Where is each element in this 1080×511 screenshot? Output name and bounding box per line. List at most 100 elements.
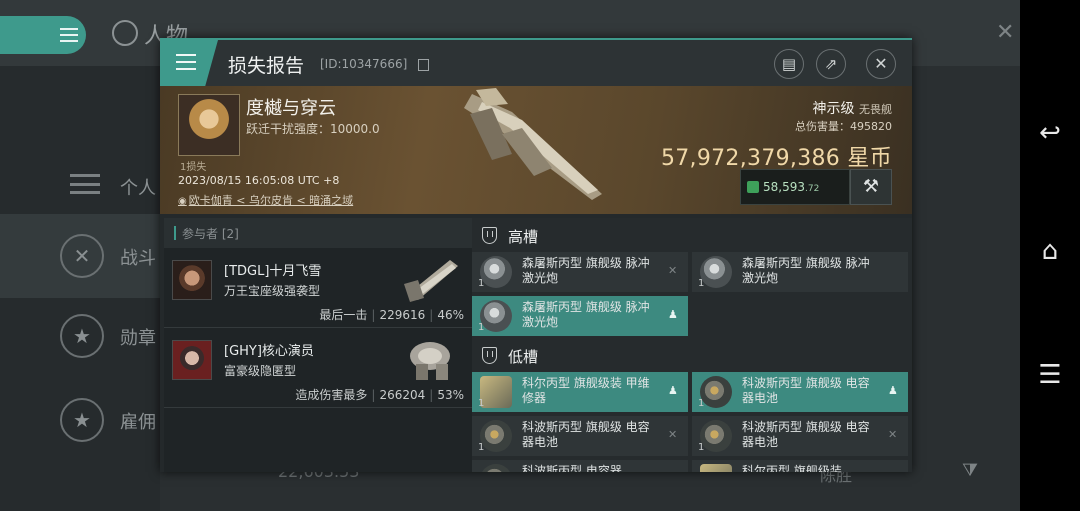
module-item[interactable]: 1 科波斯丙型 旗舰级 电容器电池 ✕: [472, 416, 688, 456]
module-item[interactable]: 1 科尔丙型 旗舰级装 甲维修器 ♟: [472, 372, 688, 412]
modal-title: 损失报告: [228, 55, 305, 77]
hamburger-icon: [176, 54, 196, 70]
laser-module-icon: [480, 256, 512, 288]
report-id: [ID:10347666]: [320, 57, 408, 71]
attacker-avatar: [172, 340, 212, 380]
participants-panel: 参与者 [2] [TDGL]十月飞雪 万王宝座级强袭型 最后一击 | 229616 |…: [164, 218, 472, 472]
attacker-row[interactable]: [TDGL]十月飞雪 万王宝座级强袭型 最后一击 | 229616 | 46%: [164, 250, 472, 328]
back-icon[interactable]: ↩: [1020, 118, 1080, 148]
armor-repairer-icon: [700, 464, 732, 472]
kill-time: 2023/08/15 16:05:08 UTC +8: [178, 174, 340, 187]
fitting-button[interactable]: ⚒: [850, 169, 892, 205]
share-icon: ⇗: [824, 55, 838, 73]
module-quantity: 1: [478, 442, 485, 453]
victim-ship-image[interactable]: [452, 84, 612, 208]
module-item[interactable]: 科波斯丙型 电容器: [472, 460, 688, 472]
module-name: 科波斯丙型 旗舰级 电容器电池: [742, 376, 870, 405]
loss-count: 1损失: [180, 162, 207, 173]
warp-scramble-strength: 跃迁干扰强度：10000.0: [246, 122, 380, 136]
modal-menu-button[interactable]: [160, 40, 218, 86]
loss-report-modal: 损失报告 [ID:10347666] ▤ ⇗ ✕ 度樾与穿云 跃迁干扰强度：10…: [160, 38, 912, 472]
tools-icon: ⚒: [862, 176, 880, 197]
location-text: 欧卡伽青 < 乌尔皮肯 < 暗涌之域: [188, 194, 354, 207]
modal-header: 损失报告 [ID:10347666] ▤ ⇗ ✕: [160, 38, 912, 86]
attacker-avatar: [172, 260, 212, 300]
filter-icon[interactable]: ⧩: [962, 460, 978, 481]
background-menu-button[interactable]: [0, 16, 86, 54]
plex-value-main: 58,593: [763, 180, 805, 194]
module-name: 科尔丙型 旗舰级装 甲维修器: [522, 376, 650, 405]
clipboard-button[interactable]: ▤: [774, 49, 804, 79]
module-name: 森屠斯丙型 旗舰级 脉冲激光炮: [742, 256, 870, 285]
attacker-row[interactable]: [GHY]核心演员 富豪级隐匿型 造成伤害最多 | 266204 | 53%: [164, 330, 472, 408]
module-item[interactable]: 1 森屠斯丙型 旗舰级 脉冲激光炮 ♟: [472, 296, 688, 336]
attacker-stats: 最后一击 | 229616 | 46%: [319, 308, 464, 322]
ship-class: 神示级 无畏舰: [750, 98, 892, 118]
high-slot-header: 高槽: [482, 225, 682, 249]
module-quantity: 1: [698, 398, 705, 409]
low-slot-label: 低槽: [508, 348, 539, 366]
total-damage: 总伤害量：495820: [795, 120, 892, 133]
dropped-person-icon: ♟: [888, 384, 898, 397]
share-button[interactable]: ⇗: [816, 49, 846, 79]
module-item[interactable]: 1 科波斯丙型 旗舰级 电容器电池 ✕: [692, 416, 908, 456]
module-name: 科波斯丙型 旗舰级 电容器电池: [742, 420, 870, 449]
plex-value-box: 58,593.72: [740, 169, 850, 205]
attacker-stats: 造成伤害最多 | 266204 | 53%: [295, 388, 464, 402]
attacker-ship: 富豪级隐匿型: [224, 364, 297, 378]
module-item[interactable]: 1 森屠斯丙型 旗舰级 脉冲激光炮 ✕: [472, 252, 688, 292]
home-icon[interactable]: ⌂: [1020, 236, 1080, 266]
capacitor-battery-icon: [480, 464, 512, 472]
attacker-ship: 万王宝座级强袭型: [224, 284, 321, 298]
sidebar-item-label: 勋章: [120, 328, 156, 349]
background-close-icon[interactable]: ✕: [996, 20, 1014, 45]
plex-value-decimal: .72: [805, 184, 820, 194]
star-icon: ★: [60, 398, 104, 442]
close-button[interactable]: ✕: [866, 49, 896, 79]
destroyed-icon: ✕: [668, 428, 678, 441]
background-sidebar: 个人 ✕ 战斗 ★ 勋章 ★ 雇佣: [0, 66, 160, 511]
sidebar-item-employment[interactable]: ★ 雇佣: [0, 378, 160, 462]
high-slot-icon: [482, 227, 497, 244]
low-slot-header: 低槽: [482, 345, 682, 369]
sidebar-item-medals[interactable]: ★ 勋章: [0, 294, 160, 378]
attacker-name: [GHY]核心演员: [224, 344, 314, 359]
victim-avatar[interactable]: [178, 94, 240, 156]
sidebar-item-label: 雇佣: [120, 412, 156, 433]
menu-icon[interactable]: ☰: [1020, 360, 1080, 390]
participants-title: 参与者 [2]: [182, 227, 239, 241]
fitting-slots-panel: 高槽 1 森屠斯丙型 旗舰级 脉冲激光炮 ✕ 1 森屠斯丙型 旗舰级 脉冲激光炮…: [472, 218, 912, 472]
module-name: 科尔丙型 旗舰级装: [742, 464, 842, 472]
combat-icon: ✕: [60, 234, 104, 278]
victim-name[interactable]: 度樾与穿云: [246, 94, 336, 120]
module-name: 科波斯丙型 电容器: [522, 464, 622, 472]
module-item[interactable]: 1 森屠斯丙型 旗舰级 脉冲激光炮: [692, 252, 908, 292]
module-quantity: 1: [478, 322, 485, 333]
module-name: 科波斯丙型 旗舰级 电容器电池: [522, 420, 650, 449]
module-item[interactable]: 1 科波斯丙型 旗舰级 电容器电池 ♟: [692, 372, 908, 412]
hamburger-icon: [60, 28, 78, 42]
laser-module-icon: [480, 300, 512, 332]
attacker-damage: 229616: [379, 308, 426, 322]
low-slot-icon: [482, 347, 497, 364]
attacker-damage: 266204: [379, 388, 426, 402]
attacker-ship-image: [410, 342, 450, 380]
copy-icon[interactable]: [418, 59, 429, 71]
location-link[interactable]: ◉ 欧卡伽青 < 乌尔皮肯 < 暗涌之域: [178, 192, 353, 208]
attacker-ship-image: [404, 260, 458, 302]
character-icon: [112, 20, 138, 46]
module-quantity: 1: [698, 442, 705, 453]
armor-repairer-icon: [480, 376, 512, 408]
sidebar-item-label: 战斗: [120, 248, 156, 269]
participants-header: 参与者 [2]: [164, 218, 472, 248]
sidebar-item-combat[interactable]: ✕ 战斗: [0, 214, 160, 298]
list-icon: [70, 174, 100, 194]
destroyed-icon: ✕: [668, 264, 678, 277]
clipboard-icon: ▤: [781, 55, 797, 73]
module-name: 森屠斯丙型 旗舰级 脉冲激光炮: [522, 256, 650, 285]
module-item[interactable]: 科尔丙型 旗舰级装: [692, 460, 908, 472]
sidebar-item-label: 个人: [120, 178, 156, 199]
module-name: 森屠斯丙型 旗舰级 脉冲激光炮: [522, 300, 650, 329]
module-quantity: 1: [698, 278, 705, 289]
close-icon: ✕: [874, 54, 888, 73]
